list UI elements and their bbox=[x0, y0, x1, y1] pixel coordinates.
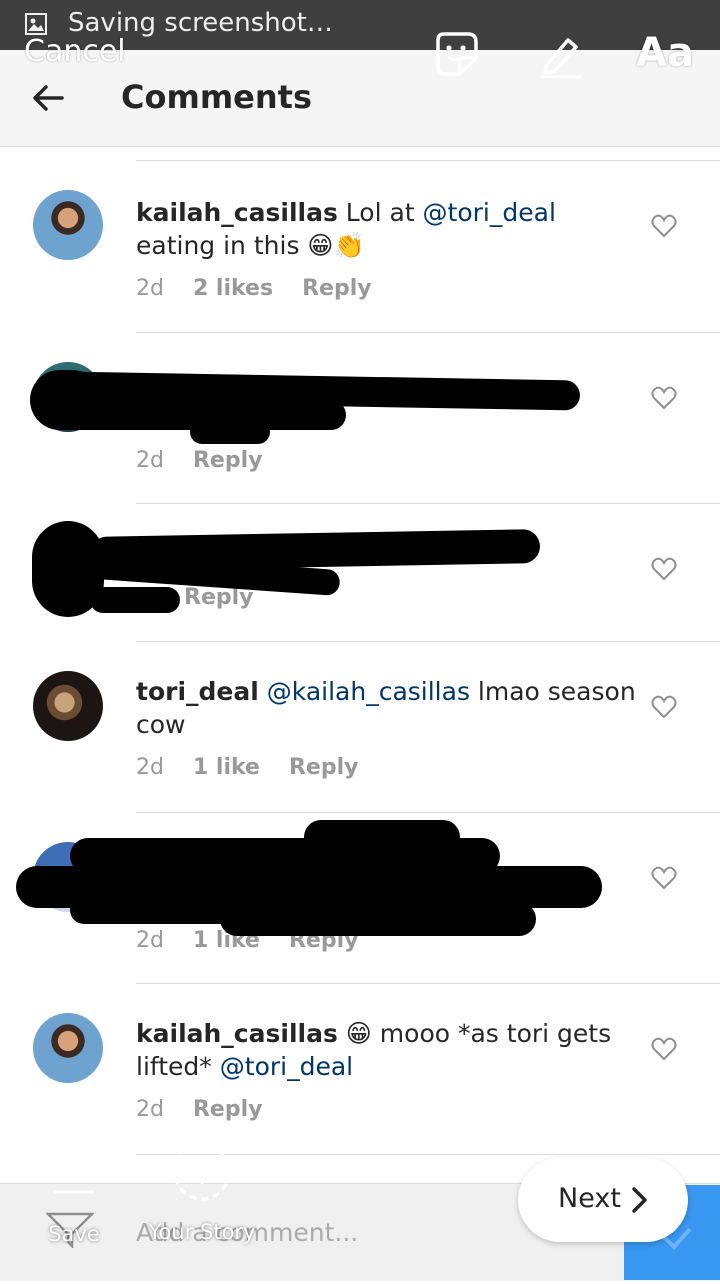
comment-time: 2d bbox=[136, 755, 164, 780]
comment-item: 2d 1 like Reply bbox=[0, 812, 720, 983]
heart-icon[interactable] bbox=[651, 386, 677, 414]
text-tool-button[interactable]: Aa bbox=[636, 30, 694, 76]
comment-body bbox=[259, 677, 267, 706]
comment-item: 2d Reply bbox=[0, 332, 720, 503]
avatar[interactable] bbox=[33, 671, 103, 741]
comment-time: 2d bbox=[136, 448, 164, 473]
comment-item: Reply bbox=[0, 503, 720, 641]
comment-time: 2d bbox=[136, 928, 164, 953]
comment-time: 2d bbox=[136, 1097, 164, 1122]
redaction-scribble bbox=[90, 587, 180, 613]
redaction-scribble bbox=[220, 902, 536, 936]
save-button[interactable]: Save bbox=[46, 1148, 102, 1246]
comment-text: kailah_casillas 😁 mooo *as tori gets lif… bbox=[136, 1017, 636, 1083]
heart-icon[interactable] bbox=[651, 557, 677, 585]
comment-username[interactable]: kailah_casillas bbox=[136, 1019, 338, 1048]
reply-button[interactable]: Reply bbox=[193, 1097, 263, 1122]
mention-link[interactable]: @tori_deal bbox=[423, 198, 556, 227]
back-arrow-icon[interactable] bbox=[30, 80, 66, 120]
mention-link[interactable]: @kailah_casillas bbox=[267, 677, 470, 706]
page-title: Comments bbox=[121, 78, 312, 116]
heart-icon[interactable] bbox=[651, 214, 677, 242]
comment-meta: 2d 2 likes Reply bbox=[136, 276, 394, 301]
comment-meta: 2d Reply bbox=[136, 1097, 284, 1122]
comment-meta: 2d 1 like Reply bbox=[136, 755, 380, 780]
next-button[interactable]: Next bbox=[518, 1158, 688, 1242]
save-label: Save bbox=[48, 1222, 100, 1246]
likes-count[interactable]: 2 likes bbox=[193, 276, 273, 301]
avatar[interactable] bbox=[33, 190, 103, 260]
comment-meta: 2d Reply bbox=[136, 448, 284, 473]
heart-icon[interactable] bbox=[651, 695, 677, 723]
mention-link[interactable]: @tori_deal bbox=[220, 1052, 353, 1081]
comment-body: eating in this 😁👏 bbox=[136, 231, 365, 260]
heart-icon[interactable] bbox=[651, 866, 677, 894]
avatar[interactable] bbox=[33, 1013, 103, 1083]
comment-username[interactable]: kailah_casillas bbox=[136, 198, 338, 227]
cancel-button[interactable]: Cancel bbox=[24, 34, 126, 69]
heart-icon[interactable] bbox=[651, 1037, 677, 1065]
add-story-icon bbox=[173, 1143, 231, 1201]
next-label: Next bbox=[558, 1183, 621, 1214]
reply-button[interactable]: Reply bbox=[193, 448, 263, 473]
chevron-right-icon bbox=[632, 1187, 647, 1213]
comment-item: kailah_casillas Lol at @tori_deal eating… bbox=[0, 160, 720, 332]
pen-icon[interactable] bbox=[538, 32, 584, 82]
comment-text: tori_deal @kailah_casillas lmao season c… bbox=[136, 675, 636, 741]
sticker-icon[interactable] bbox=[432, 30, 480, 82]
likes-count[interactable]: 1 like bbox=[193, 755, 260, 780]
comment-body: Lol at bbox=[345, 198, 423, 227]
reply-button[interactable]: Reply bbox=[289, 755, 359, 780]
your-story-label: Your Story bbox=[148, 1220, 256, 1244]
reply-button[interactable]: Reply bbox=[302, 276, 372, 301]
comment-time: 2d bbox=[136, 276, 164, 301]
download-icon bbox=[54, 1150, 94, 1194]
comment-item: kailah_casillas 😁 mooo *as tori gets lif… bbox=[0, 983, 720, 1154]
comment-username[interactable]: tori_deal bbox=[136, 677, 259, 706]
comment-item: tori_deal @kailah_casillas lmao season c… bbox=[0, 641, 720, 812]
redaction-scribble bbox=[190, 420, 270, 444]
your-story-button[interactable]: Your Story bbox=[146, 1143, 258, 1244]
comment-text: kailah_casillas Lol at @tori_deal eating… bbox=[136, 196, 636, 262]
